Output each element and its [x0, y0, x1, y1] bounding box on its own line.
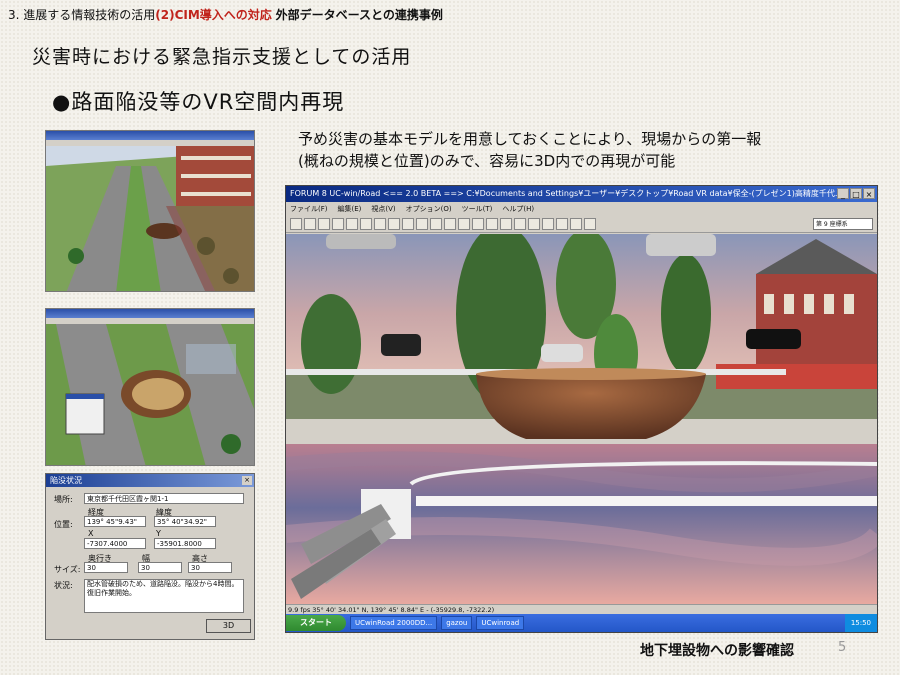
toolbar-button[interactable]: [486, 218, 498, 230]
toolbar-button[interactable]: [374, 218, 386, 230]
toolbar-button[interactable]: [584, 218, 596, 230]
y-field[interactable]: -35901.8000: [154, 538, 216, 549]
menu-tools[interactable]: ツール(T): [462, 202, 493, 216]
latitude-field[interactable]: 35° 40"34.92": [154, 516, 216, 527]
dialog-title: 陥没状況: [50, 476, 82, 485]
menu-view[interactable]: 視点(V): [371, 202, 395, 216]
status-bar: 9.9 fps 35° 40' 34.01" N, 139° 45' 8.84"…: [286, 604, 877, 614]
x-label: X: [88, 529, 94, 538]
menu-options[interactable]: オプション(O): [406, 202, 452, 216]
figure-caption: 地下埋設物への影響確認: [640, 643, 794, 659]
description-line-1: 予め災害の基本モデルを用意しておくことにより、現場からの第一報: [298, 130, 762, 148]
header-highlight: (2)CIM導入への対応: [155, 8, 272, 22]
toolbar-button[interactable]: [444, 218, 456, 230]
description: 予め災害の基本モデルを用意しておくことにより、現場からの第一報 (概ねの規模と位…: [298, 128, 888, 172]
status-label: 状況:: [54, 581, 73, 590]
maximize-button[interactable]: □: [850, 188, 862, 199]
description-line-2: (概ねの規模と位置)のみで、容易に3D内での再現が可能: [298, 152, 676, 170]
taskbar-item-ucwinroad-dd[interactable]: UCwinRoad 2000DD...: [350, 616, 438, 630]
menu-file[interactable]: ファイル(F): [290, 202, 328, 216]
window-title: FORUM 8 UC-win/Road <== 2.0 BETA ==> C:¥…: [290, 189, 840, 198]
taskbar-item-ucwinroad[interactable]: UCwinroad: [476, 616, 525, 630]
toolbar-button[interactable]: [570, 218, 582, 230]
size-label: サイズ:: [54, 565, 81, 574]
minimize-button[interactable]: _: [837, 188, 849, 199]
toolbar-button[interactable]: [528, 218, 540, 230]
3d-viewport[interactable]: [286, 234, 877, 604]
system-tray-clock: 15:50: [844, 614, 877, 632]
toolbar-button[interactable]: [458, 218, 470, 230]
ucwin-road-window: FORUM 8 UC-win/Road <== 2.0 BETA ==> C:¥…: [285, 185, 878, 633]
road-perspective-image: [46, 146, 254, 291]
taskbar-item-gazou[interactable]: gazou: [441, 616, 473, 630]
toolbar-button[interactable]: [556, 218, 568, 230]
longitude-field[interactable]: 139° 45"9.43": [84, 516, 146, 527]
toolbar-button[interactable]: [430, 218, 442, 230]
header-suffix: 外部データベースとの連携事例: [275, 8, 443, 22]
toolbar-button[interactable]: [318, 218, 330, 230]
toolbar: 第 9 座標系: [286, 216, 877, 233]
toolbar-button[interactable]: [402, 218, 414, 230]
toolbar-button[interactable]: [514, 218, 526, 230]
close-button[interactable]: ×: [863, 188, 875, 199]
coordinate-system-select[interactable]: 第 9 座標系: [813, 218, 873, 230]
toolbar-button[interactable]: [472, 218, 484, 230]
dialog-close-icon[interactable]: ×: [242, 476, 252, 485]
menu-bar: ファイル(F) 編集(E) 視点(V) オプション(O) ツール(T) ヘルプ(…: [286, 202, 877, 216]
toolbar-button[interactable]: [332, 218, 344, 230]
thumbnail-road-view: [45, 130, 255, 292]
toolbar-button[interactable]: [416, 218, 428, 230]
menu-help[interactable]: ヘルプ(H): [502, 202, 534, 216]
window-controls: _ □ ×: [837, 188, 875, 199]
window-titlebar: FORUM 8 UC-win/Road <== 2.0 BETA ==> C:¥…: [286, 186, 877, 202]
collapse-status-dialog: 陥没状況 × 場所: 東京都千代田区霞ヶ関1-1 位置: 経度 緯度 139° …: [45, 473, 255, 640]
toolbar-button[interactable]: [388, 218, 400, 230]
y-label: Y: [156, 529, 161, 538]
place-label: 場所:: [54, 495, 73, 504]
thumbnail-titlebar: [46, 131, 254, 140]
thumbnail-topdown-view: [45, 308, 255, 466]
toolbar-button[interactable]: [542, 218, 554, 230]
page-number: 5: [838, 640, 847, 655]
topdown-image: [46, 324, 254, 465]
height-field[interactable]: 30: [188, 562, 232, 573]
3d-button-label: 3D: [222, 621, 235, 630]
position-label: 位置:: [54, 520, 73, 529]
depth-field[interactable]: 30: [84, 562, 128, 573]
place-field[interactable]: 東京都千代田区霞ヶ関1-1: [84, 493, 244, 504]
toolbar-button[interactable]: [304, 218, 316, 230]
toolbar-button[interactable]: [360, 218, 372, 230]
toolbar-button[interactable]: [346, 218, 358, 230]
slide: 3. 進展する情報技術の活用(2)CIM導入への対応 外部データベースとの連携事…: [0, 0, 900, 675]
start-button[interactable]: スタート: [286, 615, 346, 631]
dialog-titlebar: 陥没状況 ×: [46, 474, 254, 487]
slide-subtitle: ●路面陥没等のVR空間内再現: [52, 90, 345, 114]
3d-button[interactable]: 3D: [206, 619, 251, 633]
windows-taskbar: スタート UCwinRoad 2000DD... gazou UCwinroad…: [286, 614, 877, 632]
toolbar-button[interactable]: [290, 218, 302, 230]
width-field[interactable]: 30: [138, 562, 182, 573]
toolbar-button[interactable]: [500, 218, 512, 230]
slide-title: 災害時における緊急指示支援としての活用: [32, 46, 412, 68]
thumbnail-titlebar: [46, 309, 254, 318]
status-field[interactable]: 配水管破損のため、道路陥没。陥没から4時間。復旧作業開始。: [84, 579, 244, 613]
section-header: 3. 進展する情報技術の活用(2)CIM導入への対応 外部データベースとの連携事…: [8, 6, 443, 23]
header-prefix: 3. 進展する情報技術の活用: [8, 8, 156, 22]
menu-edit[interactable]: 編集(E): [338, 202, 362, 216]
x-field[interactable]: -7307.4000: [84, 538, 146, 549]
